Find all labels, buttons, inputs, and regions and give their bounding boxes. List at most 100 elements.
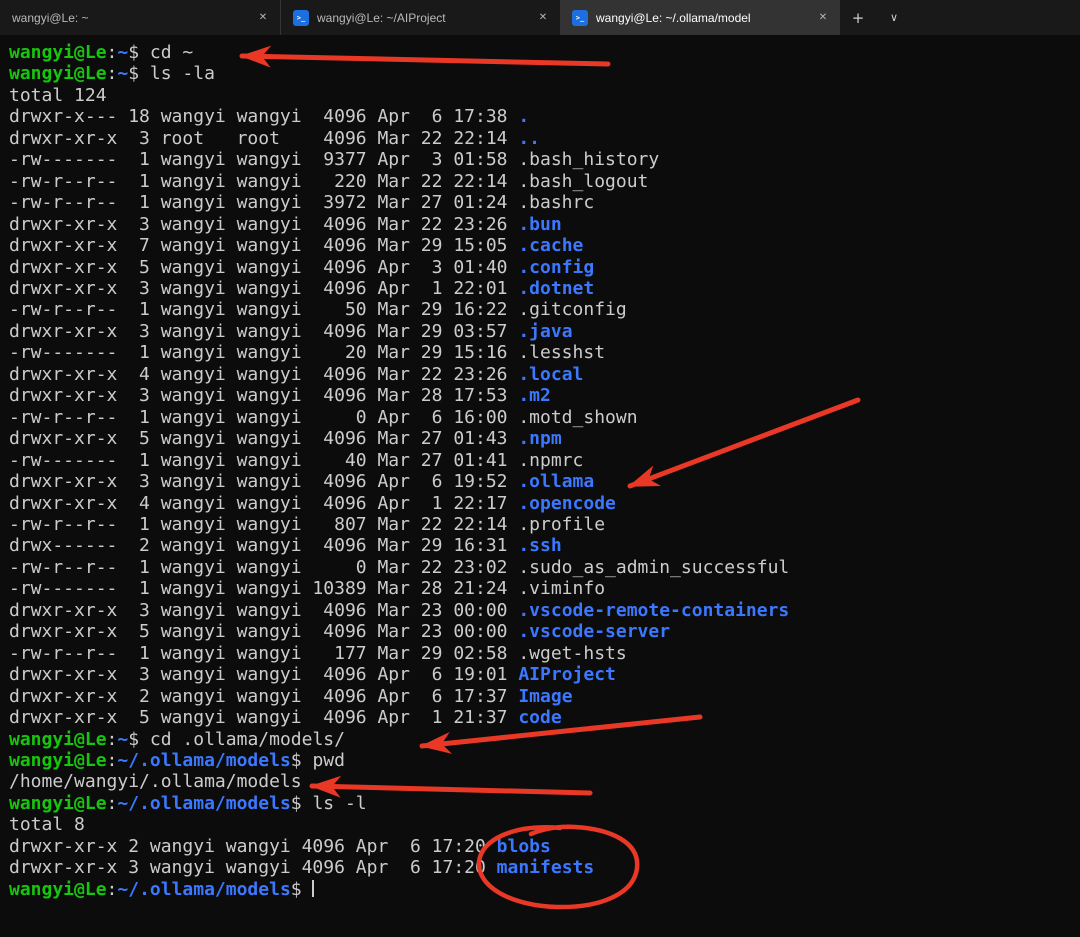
terminal-text: $ ls -l [290, 792, 367, 814]
path-or-directory: .. [518, 127, 541, 149]
terminal-line: -rw-r--r-- 1 wangyi wangyi 807 Mar 22 22… [9, 514, 1080, 535]
path-or-directory: .ssh [518, 535, 562, 557]
new-tab-button[interactable]: + [840, 0, 876, 35]
terminal-text: drwxr-xr-x 3 wangyi wangyi 4096 Apr 6 19… [9, 664, 519, 686]
path-or-directory: .vscode-server [518, 621, 671, 643]
terminal-line: drwxr-xr-x 3 wangyi wangyi 4096 Apr 6 17… [9, 857, 1080, 878]
terminal-line: drwxr-xr-x 2 wangyi wangyi 4096 Apr 6 17… [9, 686, 1080, 707]
tab-bar-tabs: >_ wangyi@Le: ~ ✕ >_ wangyi@Le: ~/AIProject ✕… [0, 0, 840, 63]
path-or-directory: .local [518, 363, 584, 385]
terminal-text: drwx------ 2 wangyi wangyi 4096 Mar 29 1… [9, 535, 519, 557]
terminal-line: drwxr-xr-x 3 wangyi wangyi 4096 Mar 22 2… [9, 214, 1080, 235]
tab-dropdown-button[interactable]: ∨ [876, 0, 912, 35]
terminal-line: wangyi@Le:~$ cd .ollama/models/ [9, 729, 1080, 750]
path-or-directory: .opencode [518, 492, 616, 514]
terminal-text: -rw-r--r-- 1 wangyi wangyi 0 Mar 22 23:0… [9, 556, 790, 578]
terminal-cursor [312, 879, 315, 897]
tab-2[interactable]: >_ wangyi@Le: ~/AIProject ✕ [280, 0, 560, 35]
terminal-line: drwxr-xr-x 3 wangyi wangyi 4096 Apr 1 22… [9, 278, 1080, 299]
terminal-line: -rw-r--r-- 1 wangyi wangyi 177 Mar 29 02… [9, 643, 1080, 664]
tab-close-button[interactable]: ✕ [254, 9, 272, 27]
tab-3[interactable]: >_ wangyi@Le: ~/.ollama/model ✕ [560, 0, 840, 35]
terminal-line: -rw------- 1 wangyi wangyi 20 Mar 29 15:… [9, 342, 1080, 363]
tab-bar: >_ wangyi@Le: ~ ✕ >_ wangyi@Le: ~/AIProject ✕… [0, 0, 1080, 63]
terminal-text: drwxr-xr-x 3 wangyi wangyi 4096 Mar 29 0… [9, 320, 519, 342]
terminal-line: drwxr-xr-x 4 wangyi wangyi 4096 Apr 1 22… [9, 493, 1080, 514]
terminal-line: drwxr-xr-x 5 wangyi wangyi 4096 Apr 1 21… [9, 707, 1080, 728]
terminal-text: drwxr-xr-x 5 wangyi wangyi 4096 Apr 1 21… [9, 707, 519, 729]
tab-1[interactable]: >_wangyi@Le: ~✕ [0, 0, 280, 63]
terminal-output[interactable]: wangyi@Le:~$ cd ~ wangyi@Le:~$ ls -la tota… [0, 35, 1080, 937]
terminal-text: drwxr-xr-x 5 wangyi wangyi 4096 Apr 3 01… [9, 256, 519, 278]
terminal-text: drwxr-xr-x 4 wangyi wangyi 4096 Apr 1 22… [9, 492, 519, 514]
terminal-line: wangyi@Le:~/.ollama/models$ [9, 879, 1080, 900]
terminal-line: drwxr-xr-x 7 wangyi wangyi 4096 Mar 29 1… [9, 235, 1080, 256]
path-or-directory: .java [518, 320, 573, 342]
terminal-line: total 8 [9, 814, 1080, 835]
terminal-text: -rw-r--r-- 1 wangyi wangyi 177 Mar 29 02… [9, 642, 627, 664]
terminal-line: -rw-r--r-- 1 wangyi wangyi 0 Apr 6 16:00… [9, 407, 1080, 428]
terminal-text: -rw-r--r-- 1 wangyi wangyi 220 Mar 22 22… [9, 170, 649, 192]
terminal-text: drwxr-xr-x 3 root root 4096 Mar 22 22:14 [9, 127, 519, 149]
path-or-directory: .vscode-remote-containers [518, 599, 790, 621]
terminal-line: -rw------- 1 wangyi wangyi 10389 Mar 28 … [9, 578, 1080, 599]
terminal-line: total 124 [9, 85, 1080, 106]
terminal-text: -rw-r--r-- 1 wangyi wangyi 3972 Mar 27 0… [9, 192, 595, 214]
tab-close-button[interactable]: ✕ [534, 9, 552, 27]
terminal-text: drwxr-x--- 18 wangyi wangyi 4096 Apr 6 1… [9, 106, 519, 128]
terminal-text: drwxr-xr-x 5 wangyi wangyi 4096 Mar 23 0… [9, 621, 519, 643]
path-or-directory: ~/.ollama/models [117, 792, 291, 814]
terminal-text: : [106, 749, 118, 771]
path-or-directory: code [518, 707, 562, 729]
path-or-directory: .config [518, 256, 595, 278]
terminal-text: $ cd .ollama/models/ [128, 728, 345, 750]
prompt-user-host: wangyi@Le [9, 749, 107, 771]
terminal-line: drwxr-xr-x 5 wangyi wangyi 4096 Apr 3 01… [9, 257, 1080, 278]
terminal-line: drwx------ 2 wangyi wangyi 4096 Mar 29 1… [9, 535, 1080, 556]
path-or-directory: ~ [117, 42, 129, 63]
terminal-line: drwxr-xr-x 5 wangyi wangyi 4096 Mar 27 0… [9, 428, 1080, 449]
terminal-line: drwxr-xr-x 3 root root 4096 Mar 22 22:14… [9, 128, 1080, 149]
terminal-text: -rw------- 1 wangyi wangyi 9377 Apr 3 01… [9, 149, 660, 171]
tab-title: wangyi@Le: ~/AIProject [317, 10, 446, 25]
linux-blue-icon: >_ [572, 9, 588, 26]
terminal-line: wangyi@Le:~$ cd ~ [9, 42, 1080, 63]
terminal-text: drwxr-xr-x 2 wangyi wangyi 4096 Apr 6 17… [9, 835, 497, 857]
terminal-text: : [106, 42, 118, 63]
path-or-directory: .ollama [518, 471, 595, 493]
path-or-directory: . [518, 106, 530, 128]
terminal-text: drwxr-xr-x 7 wangyi wangyi 4096 Mar 29 1… [9, 235, 519, 257]
terminal-text: -rw------- 1 wangyi wangyi 40 Mar 27 01:… [9, 449, 584, 471]
terminal-line: drwxr-xr-x 3 wangyi wangyi 4096 Apr 6 19… [9, 471, 1080, 492]
terminal-line: wangyi@Le:~/.ollama/models$ ls -l [9, 793, 1080, 814]
tab-title: wangyi@Le: ~/.ollama/model [596, 10, 751, 25]
tab-close-button[interactable]: ✕ [814, 9, 832, 27]
path-or-directory: .dotnet [518, 277, 595, 299]
terminal-text: -rw------- 1 wangyi wangyi 20 Mar 29 15:… [9, 342, 606, 364]
terminal-line: drwxr-xr-x 5 wangyi wangyi 4096 Mar 23 0… [9, 621, 1080, 642]
terminal-text: $ pwd [290, 749, 345, 771]
path-or-directory: ~/.ollama/models [117, 878, 291, 900]
terminal-line: -rw-r--r-- 1 wangyi wangyi 0 Mar 22 23:0… [9, 557, 1080, 578]
terminal-text: drwxr-xr-x 5 wangyi wangyi 4096 Mar 27 0… [9, 428, 519, 450]
path-or-directory: ~ [117, 63, 129, 85]
terminal-text: -rw------- 1 wangyi wangyi 10389 Mar 28 … [9, 578, 606, 600]
terminal-window: >_ wangyi@Le: ~ ✕ >_ wangyi@Le: ~/AIProject ✕… [0, 0, 1080, 937]
terminal-line: drwxr-xr-x 3 wangyi wangyi 4096 Mar 29 0… [9, 321, 1080, 342]
terminal-text: drwxr-xr-x 4 wangyi wangyi 4096 Mar 22 2… [9, 363, 519, 385]
terminal-line: -rw------- 1 wangyi wangyi 40 Mar 27 01:… [9, 450, 1080, 471]
terminal-text: : [106, 878, 118, 900]
terminal-text: -rw-r--r-- 1 wangyi wangyi 0 Apr 6 16:00… [9, 406, 638, 428]
terminal-text: total 8 [9, 814, 85, 836]
terminal-line: /home/wangyi/.ollama/models [9, 771, 1080, 792]
terminal-text: : [106, 728, 118, 750]
prompt-user-host: wangyi@Le [9, 792, 107, 814]
terminal-line: drwxr-x--- 18 wangyi wangyi 4096 Apr 6 1… [9, 106, 1080, 127]
terminal-line: drwxr-xr-x 3 wangyi wangyi 4096 Apr 6 19… [9, 664, 1080, 685]
prompt-user-host: wangyi@Le [9, 42, 107, 63]
path-or-directory: ~ [117, 728, 129, 750]
path-or-directory: manifests [496, 857, 595, 879]
terminal-line: -rw-r--r-- 1 wangyi wangyi 220 Mar 22 22… [9, 171, 1080, 192]
prompt-user-host: wangyi@Le [9, 728, 107, 750]
prompt-user-host: wangyi@Le [9, 63, 107, 85]
